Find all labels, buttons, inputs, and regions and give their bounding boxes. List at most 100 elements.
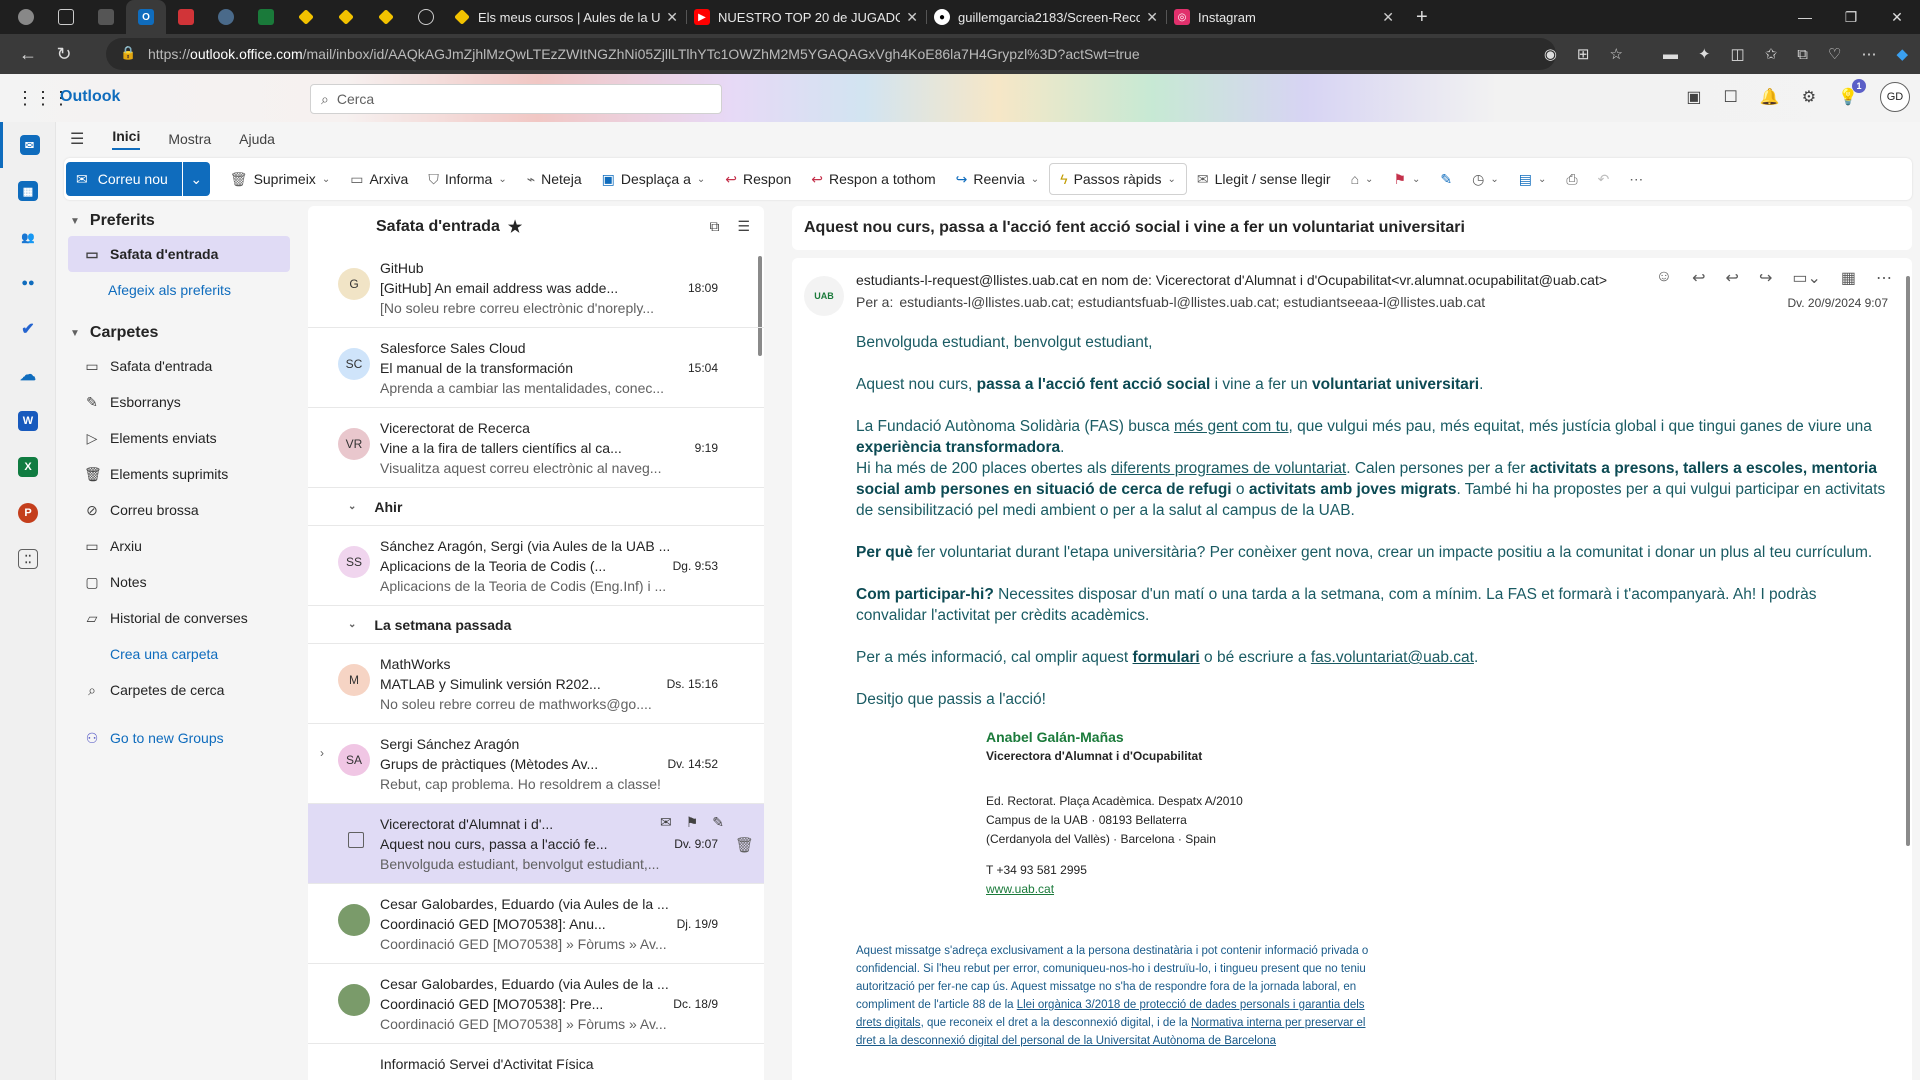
folder-drafts[interactable]: ✎ Esborranys <box>68 384 290 420</box>
tab-github[interactable]: ● guillemgarcia2183/Screen-Record ✕ <box>926 0 1166 34</box>
reading-scrollbar[interactable] <box>1906 276 1910 846</box>
link-programs[interactable]: diferents programes de voluntariat <box>1111 460 1346 477</box>
tab-youtube[interactable]: ▶ NUESTRO TOP 20 de JUGADORES ✕ <box>686 0 926 34</box>
tab-actions-icon[interactable] <box>46 0 86 34</box>
search-folders[interactable]: ⌕ Carpetes de cerca <box>68 672 290 708</box>
go-to-groups-link[interactable]: ⚇ Go to new Groups <box>68 720 290 756</box>
powerpoint-app-icon[interactable]: P <box>0 490 56 536</box>
close-icon[interactable]: ✕ <box>666 9 678 26</box>
read-aloud-icon[interactable]: ◉ <box>1544 45 1557 63</box>
mail-app-icon[interactable]: ✉ <box>0 122 56 168</box>
email-sender[interactable]: estudiants-l-request@llistes.uab.cat en … <box>856 272 1607 288</box>
word-app-icon[interactable]: W <box>0 398 56 444</box>
profile-icon[interactable] <box>6 0 46 34</box>
calendar-app-icon[interactable]: ▦ <box>0 168 56 214</box>
teams-share-icon[interactable]: ▭⌄ <box>1792 268 1821 288</box>
close-icon[interactable]: ✕ <box>906 9 918 26</box>
group-header-last-week[interactable]: ⌄ La setmana passada <box>308 606 764 644</box>
reply-icon[interactable]: ↩ <box>1692 268 1705 288</box>
trash-icon[interactable]: 🗑 <box>735 836 754 854</box>
snooze-button[interactable]: ◷ ⌄ <box>1462 171 1509 188</box>
folder-archive[interactable]: ▭ Arxiu <box>68 528 290 564</box>
chevron-right-icon[interactable]: › <box>320 746 324 760</box>
favorites-icon[interactable]: ✩ <box>1765 45 1778 63</box>
outlook-brand[interactable]: Outlook <box>60 88 120 106</box>
tab-view[interactable]: Mostra <box>168 131 211 147</box>
more-icon[interactable]: ⋯ <box>1876 268 1892 288</box>
tag-button[interactable]: ⌂ ⌄ <box>1341 171 1384 187</box>
browser-essentials-icon[interactable]: ♡ <box>1828 45 1841 63</box>
link-more-people[interactable]: més gent com tu <box>1174 418 1289 435</box>
pinned-tab-6[interactable] <box>286 0 326 34</box>
close-window-icon[interactable]: ✕ <box>1874 0 1920 34</box>
excel-app-icon[interactable]: X <box>0 444 56 490</box>
read-unread-button[interactable]: ✉ Llegit / sense llegir <box>1187 171 1341 188</box>
groups-app-icon[interactable]: ●● <box>0 260 56 306</box>
print-button[interactable]: ⎙ <box>1556 171 1587 188</box>
add-favorites-link[interactable]: Afegeix als preferits <box>68 272 290 308</box>
minimize-icon[interactable]: — <box>1782 0 1828 34</box>
select-checkbox[interactable] <box>348 832 364 848</box>
move-button[interactable]: ▣ Desplaça a ⌄ <box>592 171 716 188</box>
bell-icon[interactable]: 🔔 <box>1760 87 1780 107</box>
close-icon[interactable]: ✕ <box>1146 9 1158 26</box>
quick-steps-button[interactable]: ϟ Passos ràpids ⌄ <box>1049 163 1187 195</box>
apps-icon[interactable]: ⊞ <box>1577 45 1590 63</box>
extensions-icon[interactable]: ✦ <box>1698 45 1711 63</box>
report-button[interactable]: ⛉ Informa ⌄ <box>418 171 516 188</box>
link-email[interactable]: fas.voluntariat@uab.cat <box>1311 649 1474 666</box>
new-mail-dropdown[interactable]: ⌄ <box>181 162 210 196</box>
pinned-tab-1[interactable] <box>86 0 126 34</box>
list-item[interactable]: › SA Sergi Sánchez Aragón Grups de pràct… <box>308 724 764 804</box>
folder-sent[interactable]: ▷ Elements enviats <box>68 420 290 456</box>
folder-deleted[interactable]: 🗑 Elements suprimits <box>68 456 290 492</box>
create-folder-link[interactable]: Crea una carpeta <box>68 636 290 672</box>
more-icon[interactable]: ⋯ <box>1861 45 1876 63</box>
back-icon[interactable]: ← <box>10 44 46 65</box>
tab-help[interactable]: Ajuda <box>239 131 275 147</box>
list-item[interactable]: Cesar Galobardes, Eduardo (via Aules de … <box>308 884 764 964</box>
recipients-list[interactable]: estudiants-l@llistes.uab.cat; estudiants… <box>899 294 1485 310</box>
new-tab-button[interactable]: + <box>1402 6 1442 29</box>
pin-button[interactable]: ✎ <box>1430 171 1462 188</box>
list-item[interactable]: M MathWorks MATLAB y Simulink versión R2… <box>308 644 764 724</box>
pin-icon[interactable]: ✎ <box>712 814 724 831</box>
collections-icon[interactable]: ⧉ <box>1797 46 1808 63</box>
more-apps-icon[interactable]: ⁚⁚ <box>0 536 56 582</box>
flag-button[interactable]: ⚑ ⌄ <box>1383 171 1430 188</box>
reply-button[interactable]: ↩ Respon <box>715 171 801 188</box>
archive-button[interactable]: ▭ Arxiva <box>340 171 418 188</box>
copilot-icon[interactable]: ◆ <box>1896 45 1908 63</box>
pinned-tab-4[interactable] <box>206 0 246 34</box>
tab-instagram[interactable]: ◎ Instagram ✕ <box>1166 0 1402 34</box>
folder-conversation-history[interactable]: ▱ Historial de converses <box>68 600 290 636</box>
split-screen-icon[interactable]: ◫ <box>1731 45 1745 63</box>
view-icon[interactable]: ▦ <box>1841 268 1856 288</box>
star-icon[interactable]: ★ <box>508 217 522 237</box>
more-actions-button[interactable]: ⋯ <box>1619 171 1653 188</box>
favorite-star-icon[interactable]: ☆ <box>1609 45 1622 63</box>
restore-icon[interactable]: ❐ <box>1828 0 1874 34</box>
folder-junk[interactable]: ⊘ Correu brossa <box>68 492 290 528</box>
delete-button[interactable]: 🗑 Suprimeix ⌄ <box>220 171 340 188</box>
url-field[interactable]: 🔒 https://outlook.office.com/mail/inbox/… <box>106 38 1556 70</box>
list-item[interactable]: VR Vicerectorat de Recerca Vine a la fir… <box>308 408 764 488</box>
forward-icon[interactable]: ↪ <box>1759 268 1772 288</box>
pinned-tab-9[interactable] <box>406 0 446 34</box>
favorites-header[interactable]: ▼ Preferits <box>56 206 304 236</box>
close-icon[interactable]: ✕ <box>1382 9 1394 26</box>
folder-inbox[interactable]: ▭ Safata d'entrada <box>68 348 290 384</box>
people-app-icon[interactable]: 👥 <box>0 214 56 260</box>
avatar[interactable]: GD <box>1880 82 1910 112</box>
tab-aules-uab[interactable]: Els meus cursos | Aules de la UAB ✕ <box>446 0 686 34</box>
list-item[interactable]: G GitHub [GitHub] An email address was a… <box>308 248 764 328</box>
undo-button[interactable]: ↶ <box>1588 171 1620 188</box>
favorite-inbox[interactable]: ▭ Safata d'entrada <box>68 236 290 272</box>
list-item[interactable]: Informació Servei d'Activitat Física <box>308 1044 764 1080</box>
link-form[interactable]: formulari <box>1133 649 1200 666</box>
tips-icon[interactable]: 💡 1 <box>1838 79 1866 107</box>
pinned-tab-7[interactable] <box>326 0 366 34</box>
search-input[interactable]: ⌕ Cerca <box>310 84 722 114</box>
list-item-selected[interactable]: Vicerectorat d'Alumnat i d'... ✉ ⚑ ✎ Aqu… <box>308 804 764 884</box>
pinned-tab-5[interactable] <box>246 0 286 34</box>
